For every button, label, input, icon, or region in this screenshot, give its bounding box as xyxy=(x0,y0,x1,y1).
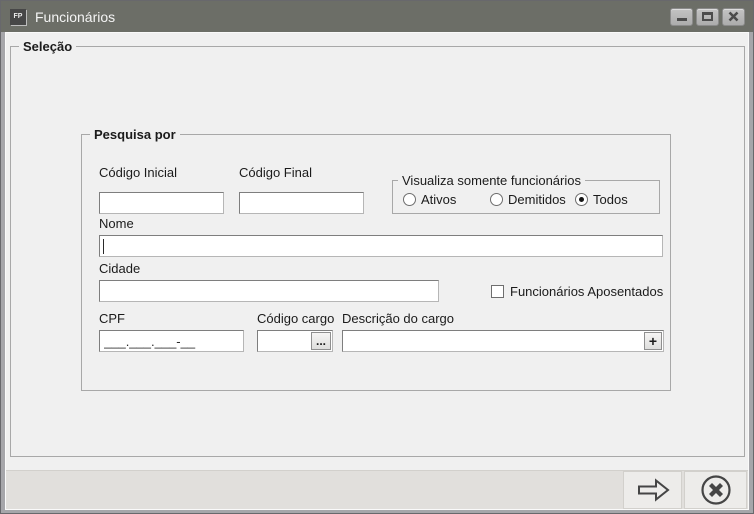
funcionarios-window: FP Funcionários Seleção Pesquisa por xyxy=(0,0,754,514)
codigo-inicial-input[interactable] xyxy=(99,192,224,214)
close-icon xyxy=(728,11,739,22)
nome-label: Nome xyxy=(99,216,134,232)
codigo-final-label: Código Final xyxy=(239,165,312,181)
radio-ativos-circle[interactable] xyxy=(403,193,416,206)
selecao-label: Seleção xyxy=(19,39,76,55)
descricao-cargo-expand-button[interactable]: + xyxy=(644,332,662,350)
close-button[interactable] xyxy=(722,8,745,26)
radio-todos-label: Todos xyxy=(593,192,628,207)
visualiza-label: Visualiza somente funcionários xyxy=(398,173,585,189)
codigo-inicial-label: Código Inicial xyxy=(99,165,177,181)
text-caret xyxy=(103,239,104,254)
app-icon: FP xyxy=(10,9,26,25)
cidade-label: Cidade xyxy=(99,261,140,277)
nome-input[interactable] xyxy=(99,235,663,257)
selecao-groupbox: Seleção Pesquisa por Código Inicial Códi… xyxy=(10,46,745,457)
advance-button[interactable] xyxy=(623,471,682,509)
descricao-cargo-label: Descrição do cargo xyxy=(342,311,454,327)
radio-todos[interactable]: Todos xyxy=(575,192,628,207)
codigo-cargo-input[interactable]: ... xyxy=(257,330,333,352)
radio-ativos[interactable]: Ativos xyxy=(403,192,456,207)
window-title: Funcionários xyxy=(35,9,115,25)
titlebar: FP Funcionários xyxy=(1,1,753,32)
client-area: Seleção Pesquisa por Código Inicial Códi… xyxy=(5,32,749,510)
cpf-label: CPF xyxy=(99,311,125,327)
pesquisa-groupbox: Pesquisa por Código Inicial Código Final… xyxy=(81,134,671,391)
codigo-cargo-label: Código cargo xyxy=(257,311,334,327)
descricao-cargo-input[interactable]: + xyxy=(342,330,664,352)
visualiza-groupbox: Visualiza somente funcionários Ativos De… xyxy=(392,180,660,214)
maximize-icon xyxy=(702,12,713,21)
maximize-button[interactable] xyxy=(696,8,719,26)
aposentados-label: Funcionários Aposentados xyxy=(510,284,663,299)
minimize-icon xyxy=(677,18,687,21)
circle-x-icon xyxy=(699,473,733,507)
cpf-input[interactable] xyxy=(99,330,244,352)
cidade-input[interactable] xyxy=(99,280,439,302)
radio-todos-circle[interactable] xyxy=(575,193,588,206)
radio-ativos-label: Ativos xyxy=(421,192,456,207)
radio-demitidos-label: Demitidos xyxy=(508,192,566,207)
codigo-cargo-browse-button[interactable]: ... xyxy=(311,332,331,350)
radio-demitidos[interactable]: Demitidos xyxy=(490,192,566,207)
radio-demitidos-circle[interactable] xyxy=(490,193,503,206)
aposentados-checkbox-item[interactable]: Funcionários Aposentados xyxy=(491,284,663,299)
minimize-button[interactable] xyxy=(670,8,693,26)
right-arrow-icon xyxy=(635,477,671,503)
pesquisa-label: Pesquisa por xyxy=(90,127,180,143)
window-controls xyxy=(670,8,745,26)
aposentados-checkbox[interactable] xyxy=(491,285,504,298)
footer-bar xyxy=(6,470,748,509)
codigo-final-input[interactable] xyxy=(239,192,364,214)
close-form-button[interactable] xyxy=(684,471,747,509)
